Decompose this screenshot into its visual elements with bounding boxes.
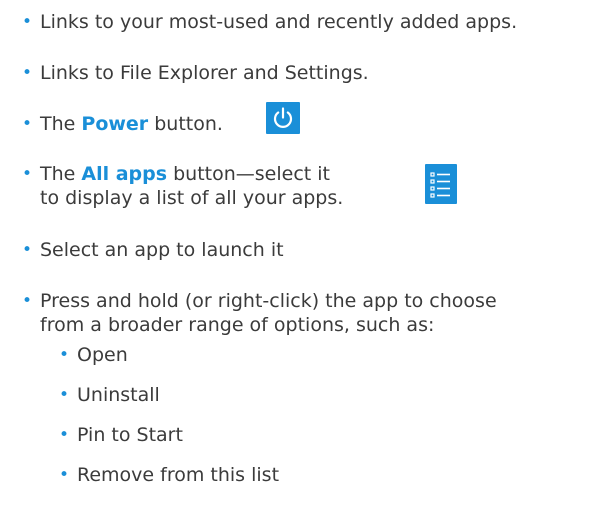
bullet-item-all-apps-button: • The All apps button—select it to displ… xyxy=(22,162,343,210)
sub-bullet-remove-from-list: • Remove from this list xyxy=(59,463,279,487)
sub-bullet-uninstall: • Uninstall xyxy=(59,383,160,407)
keyword-all-apps: All apps xyxy=(81,163,168,185)
bullet-dot: • xyxy=(22,164,33,184)
bullet-prefix: The xyxy=(40,113,82,135)
bullet-item-select-app: • Select an app to launch it xyxy=(22,238,284,262)
bullet-item-press-and-hold: • Press and hold (or right-click) the ap… xyxy=(22,289,497,337)
bullet-dot: • xyxy=(59,465,70,485)
bullet-prefix: The xyxy=(40,163,82,185)
bullet-line-2: from a broader range of options, such as… xyxy=(40,314,435,336)
bullet-text: The Power button. xyxy=(40,112,223,136)
bullet-item-file-explorer-settings: • Links to File Explorer and Settings. xyxy=(22,61,369,85)
sub-bullet-text: Pin to Start xyxy=(77,424,183,446)
bullet-dot: • xyxy=(22,291,33,311)
sub-bullet-pin-to-start: • Pin to Start xyxy=(59,423,183,447)
page: • Links to your most-used and recently a… xyxy=(0,0,607,510)
bullet-dot: • xyxy=(59,385,70,405)
bullet-item-power-button: • The Power button. xyxy=(22,112,223,136)
bullet-text: Select an app to launch it xyxy=(40,239,284,261)
bullet-suffix: button—select it xyxy=(167,163,331,185)
bullet-line-1: Press and hold (or right-click) the app … xyxy=(40,290,497,312)
sub-bullet-open: • Open xyxy=(59,343,128,367)
bullet-text: Links to your most-used and recently add… xyxy=(40,11,518,33)
keyword-power: Power xyxy=(81,113,149,135)
all-apps-list-icon xyxy=(425,164,457,204)
power-icon xyxy=(266,102,300,134)
bullet-dot: • xyxy=(59,345,70,365)
bullet-text: Press and hold (or right-click) the app … xyxy=(40,289,497,337)
bullet-line-1: The All apps button—select it xyxy=(40,162,343,186)
bullet-dot: • xyxy=(22,114,33,134)
bullet-line-2: to display a list of all your apps. xyxy=(40,187,344,209)
bullet-dot: • xyxy=(22,240,33,260)
sub-bullet-text: Remove from this list xyxy=(77,464,280,486)
bullet-suffix: button. xyxy=(148,113,223,135)
bullet-dot: • xyxy=(22,12,33,32)
bullet-item-most-used-apps: • Links to your most-used and recently a… xyxy=(22,10,517,34)
bullet-text: Links to File Explorer and Settings. xyxy=(40,62,369,84)
bullet-dot: • xyxy=(22,63,33,83)
sub-bullet-text: Open xyxy=(77,344,128,366)
bullet-text: The All apps button—select it to display… xyxy=(40,162,343,210)
bullet-dot: • xyxy=(59,425,70,445)
sub-bullet-text: Uninstall xyxy=(77,384,160,406)
